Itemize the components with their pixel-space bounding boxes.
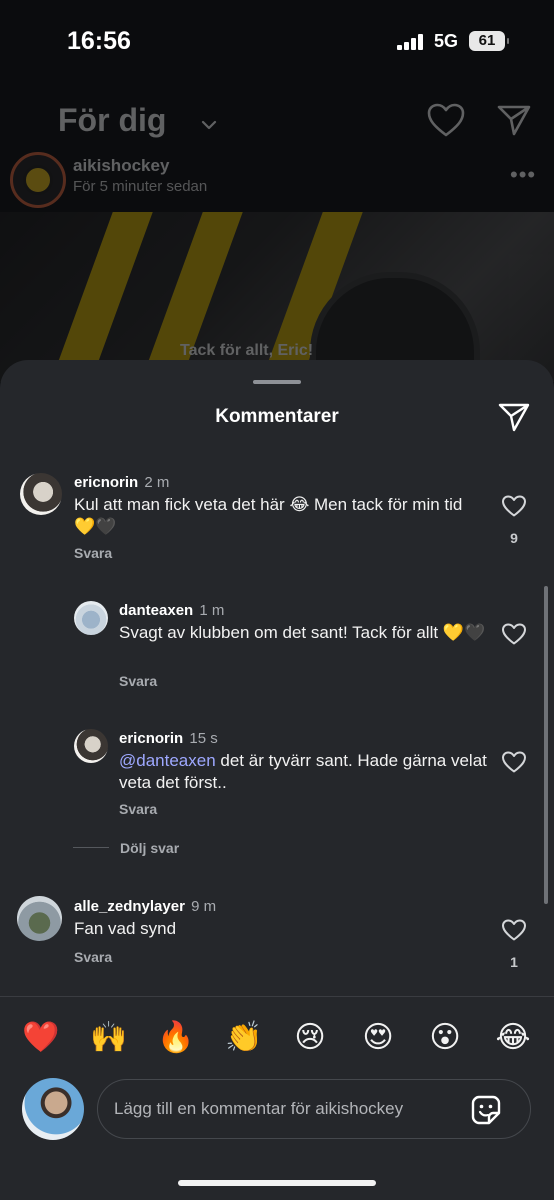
- reply-button[interactable]: Svara: [74, 545, 112, 561]
- avatar[interactable]: [74, 729, 108, 763]
- sticker-icon[interactable]: [470, 1094, 502, 1126]
- mention-link[interactable]: @danteaxen: [119, 751, 216, 770]
- network-type: 5G: [434, 31, 459, 51]
- post-avatar[interactable]: [10, 152, 66, 208]
- comment-username[interactable]: alle_zednylayer 9 m: [74, 898, 216, 915]
- comment-text: Kul att man fick veta det här 😂 Men tack…: [74, 495, 463, 536]
- reaction-crying[interactable]: 😢: [292, 1020, 328, 1056]
- heart-icon[interactable]: [501, 750, 527, 774]
- scrollbar[interactable]: [544, 586, 548, 904]
- reply-button[interactable]: Svara: [119, 673, 157, 689]
- avatar[interactable]: [20, 473, 62, 515]
- comment-text: @danteaxen det är tyvärr sant. Hade gärn…: [119, 751, 487, 792]
- comment-input[interactable]: [114, 1080, 464, 1138]
- like-count: 9: [510, 530, 518, 546]
- reaction-heart-eyes[interactable]: 😍: [360, 1020, 396, 1056]
- status-time: 16:56: [67, 27, 131, 55]
- comment-username[interactable]: ericnorin 2 m: [74, 474, 169, 491]
- like-count: 1: [510, 954, 518, 970]
- hide-replies-button[interactable]: Dölj svar: [120, 840, 179, 856]
- reaction-laughing[interactable]: 😂: [495, 1020, 531, 1056]
- comment-text: Fan vad synd: [74, 919, 177, 938]
- heart-icon[interactable]: [501, 918, 527, 942]
- quick-reactions: ❤️ 🙌 🔥 👏 😢 😍 😮 😂: [0, 1020, 554, 1060]
- background-feed: För dig aikishockey För 5 minuter sedan …: [0, 80, 554, 382]
- heart-icon[interactable]: [501, 622, 527, 646]
- comment-text: Svagt av klubben om det sant! Tack för a…: [119, 623, 486, 642]
- share-icon[interactable]: [497, 400, 531, 434]
- reaction-raised-hands[interactable]: 🙌: [90, 1020, 127, 1056]
- reaction-fire[interactable]: 🔥: [157, 1020, 194, 1056]
- my-avatar: [22, 1078, 84, 1140]
- send-icon[interactable]: [496, 102, 532, 138]
- post-timestamp: För 5 minuter sedan: [73, 178, 208, 195]
- post-image[interactable]: Tack för allt, Eric!: [0, 212, 554, 382]
- avatar[interactable]: [17, 896, 62, 941]
- comments-sheet: Kommentarer ericnorin 2 m Kul att man fi…: [0, 360, 554, 1200]
- reply-button[interactable]: Svara: [119, 801, 157, 817]
- drag-handle[interactable]: [253, 380, 301, 384]
- chevron-down-icon[interactable]: [200, 116, 218, 134]
- comment-username[interactable]: danteaxen 1 m: [119, 602, 224, 619]
- heart-icon[interactable]: [426, 102, 466, 138]
- reply-button[interactable]: Svara: [74, 949, 112, 965]
- sheet-title: Kommentarer: [215, 406, 339, 427]
- signal-icon: [397, 34, 427, 50]
- reaction-heart[interactable]: ❤️: [22, 1020, 59, 1056]
- comment-composer: [97, 1079, 531, 1139]
- avatar[interactable]: [74, 601, 108, 635]
- status-bar: 16:56 5G 61: [0, 0, 554, 80]
- home-indicator[interactable]: [178, 1180, 376, 1186]
- reaction-clap[interactable]: 👏: [225, 1020, 262, 1056]
- post-username[interactable]: aikishockey: [73, 156, 169, 176]
- reaction-surprised[interactable]: 😮: [427, 1020, 463, 1056]
- feed-title[interactable]: För dig: [58, 102, 166, 139]
- battery-icon: 61: [469, 31, 509, 51]
- post-image-caption: Tack för allt, Eric!: [180, 342, 314, 359]
- hide-replies-line: [73, 847, 109, 848]
- divider: [0, 996, 554, 997]
- comment-username[interactable]: ericnorin 15 s: [119, 730, 218, 747]
- heart-icon[interactable]: [501, 494, 527, 518]
- more-options-icon[interactable]: •••: [510, 162, 536, 188]
